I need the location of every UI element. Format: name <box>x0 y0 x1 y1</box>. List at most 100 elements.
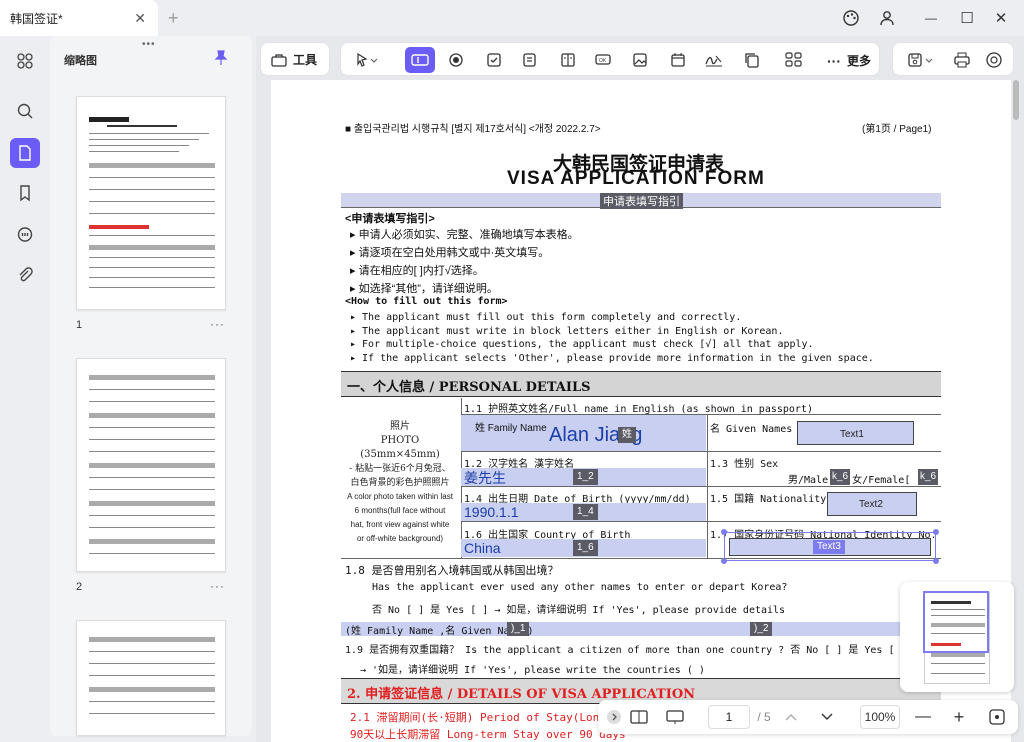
select-tool-icon[interactable] <box>347 47 387 73</box>
signature-tool-icon[interactable] <box>701 47 727 73</box>
fit-page-icon[interactable] <box>986 707 1008 727</box>
page-1-more-button[interactable]: ··· <box>210 317 225 331</box>
attachment-icon[interactable] <box>10 260 40 290</box>
more-tools-button[interactable]: ··· 更多 <box>827 52 871 69</box>
page-minimap[interactable] <box>900 582 1014 692</box>
thumbnail-panel-icon[interactable] <box>10 138 40 168</box>
pin-icon[interactable] <box>214 50 228 69</box>
maximize-button[interactable]: ☐ <box>956 8 978 28</box>
field-1-1-label: 1.1 护照英文姓名/Full name in English (as show… <box>464 404 813 415</box>
save-icon[interactable] <box>901 47 941 73</box>
photo-note: - 粘贴一张近6个月免冠、 <box>349 464 451 474</box>
male-checkbox[interactable]: k_6 <box>830 469 851 485</box>
page-layout-icon[interactable] <box>628 707 650 727</box>
thumbnail-panel: ••• 缩略图 1 ··· 2 ··· <box>50 36 252 736</box>
page-2-more-button[interactable]: ··· <box>210 579 225 593</box>
new-tab-button[interactable]: + <box>168 8 179 29</box>
more-dots-icon: ··· <box>827 52 841 69</box>
photo-label-en: PHOTO <box>380 435 420 446</box>
field-1-9-label: 1.9 是否拥有双重国籍？ Is the applicant a citizen… <box>345 645 895 656</box>
form-reference: ■ 출입국관리법 시행규칙 [별지 제17호서식] <개정 2022.2.7> <box>345 124 601 135</box>
photo-note: 白色背景的彩色护照照片 <box>350 478 450 488</box>
field-1-8-options: 否 No [ ] 是 Yes [ ] → 如是，请详细说明 If 'Yes', … <box>372 605 786 616</box>
checkbox-tool-icon[interactable] <box>481 47 507 73</box>
previous-page-icon[interactable] <box>782 707 800 727</box>
form-title-en: VISA APPLICATION FORM <box>507 168 765 189</box>
page-reference: (第1页 / Page1) <box>862 124 932 135</box>
copy-field-tool-icon[interactable] <box>739 47 765 73</box>
bottom-bar: 1 / 5 100% — + <box>598 700 1018 734</box>
thumbnail-panel-title: 缩略图 <box>64 55 97 67</box>
minimize-button[interactable]: — <box>920 8 942 28</box>
grid-view-icon[interactable] <box>10 46 40 76</box>
text3-tag: Text3 <box>813 540 845 554</box>
panel-drag-handle[interactable]: ••• <box>142 39 156 50</box>
ai-assistant-icon[interactable] <box>981 47 1007 73</box>
resize-handle[interactable] <box>933 529 939 535</box>
guide-en-line: ▸ For multiple-choice questions, the app… <box>350 339 814 350</box>
section-personal-details: 一、个人信息 / PERSONAL DETAILS <box>341 371 941 397</box>
text1-tag: Text1 <box>840 429 864 440</box>
field-2-1-label: 2.1 滞留期间(长·短期) Period of Stay(Long/S <box>350 711 620 724</box>
next-page-icon[interactable] <box>818 707 836 727</box>
page-total: / 5 <box>757 710 771 724</box>
tools-button[interactable]: 工具 <box>271 51 317 68</box>
form-grid-tool-icon[interactable] <box>781 47 807 73</box>
text2-tag: Text2 <box>859 499 883 510</box>
photo-note-en: 6 months(full face without <box>354 506 446 515</box>
section-personal-title: 一、个人信息 / PERSONAL DETAILS <box>347 380 591 395</box>
guide-en-line: ▸ The applicant must fill out this form … <box>350 312 742 323</box>
collapse-icon[interactable] <box>604 707 624 727</box>
account-icon[interactable] <box>876 8 898 28</box>
form-toolbar: OK ··· 更多 <box>340 42 880 76</box>
minimap-viewport[interactable] <box>923 591 989 653</box>
field-1-3-label: 1.3 性别 Sex <box>710 459 779 470</box>
tools-label: 工具 <box>293 53 318 67</box>
toolbox-icon <box>271 53 287 67</box>
comment-icon[interactable] <box>10 220 40 250</box>
print-icon[interactable] <box>949 47 975 73</box>
given-name-label: 名 Given Names <box>710 424 793 435</box>
date-field-tool-icon[interactable] <box>665 47 691 73</box>
page-number-2: 2 <box>76 581 83 593</box>
field-1-8-label: 1.8 是否曾用别名入境韩国或从韩国出境？ <box>345 564 559 577</box>
family-name-tag: 姓 <box>618 427 636 443</box>
zoom-out-icon[interactable]: — <box>914 707 932 727</box>
resize-handle[interactable] <box>721 558 727 564</box>
field-1-8-question: Has the applicant ever used any other na… <box>372 582 788 593</box>
page-thumbnail-2[interactable] <box>76 358 226 572</box>
guide-en-heading: <How to fill out this form> <box>345 296 508 307</box>
list-box-tool-icon[interactable] <box>555 47 581 73</box>
resize-handle[interactable] <box>721 529 727 535</box>
image-field-tool-icon[interactable] <box>627 47 653 73</box>
alias-tag-2: )_2 <box>750 622 773 636</box>
photo-note-en: or off-white background) <box>356 534 444 543</box>
search-icon[interactable] <box>10 96 40 126</box>
birth-date-value: 1990.1.1 <box>464 504 519 520</box>
page-number-input[interactable]: 1 <box>708 705 750 729</box>
document-tab[interactable]: 韩国签证* ✕ <box>0 0 158 36</box>
resize-handle[interactable] <box>933 558 939 564</box>
field-1-5-label: 1.5 国籍 Nationality <box>710 494 827 505</box>
button-tool-icon[interactable]: OK <box>591 47 617 73</box>
close-tab-icon[interactable]: ✕ <box>134 10 146 27</box>
close-window-button[interactable]: ✕ <box>990 8 1012 28</box>
bookmark-icon[interactable] <box>10 178 40 208</box>
zoom-level[interactable]: 100% <box>860 705 900 729</box>
guide-cn-line: ▸ 申请人必须如实、完整、准确地填写本表格。 <box>350 229 579 241</box>
radio-button-tool-icon[interactable] <box>443 47 469 73</box>
vertical-scrollbar[interactable] <box>1013 80 1019 120</box>
text-field-tool-icon[interactable] <box>405 47 435 73</box>
alias-tag-1: )_1 <box>507 622 530 636</box>
guide-cn-line: ▸ 请在相应的[ ]内打√选择。 <box>350 265 484 277</box>
presentation-icon[interactable] <box>664 707 686 727</box>
guide-en-line: ▸ If the applicant selects 'Other', plea… <box>350 353 874 364</box>
combo-box-tool-icon[interactable] <box>517 47 543 73</box>
theme-icon[interactable] <box>840 8 862 28</box>
page-thumbnail-3[interactable] <box>76 620 226 736</box>
zoom-in-icon[interactable]: + <box>950 707 968 727</box>
field-2-1-note: 90天以上长期滞留 Long-term Stay over 90 days <box>350 728 626 741</box>
page-thumbnail-1[interactable] <box>76 96 226 310</box>
photo-note-en: hat, front view against white <box>350 520 450 529</box>
female-checkbox[interactable]: k_6 <box>918 469 939 485</box>
